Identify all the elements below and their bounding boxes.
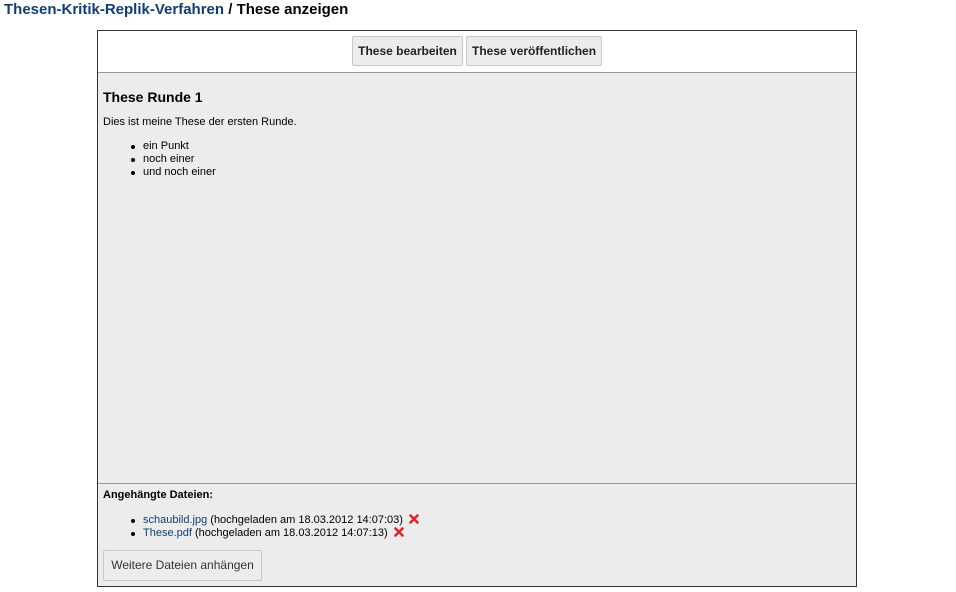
breadcrumb-module-link[interactable]: Thesen-Kritik-Replik-Verfahren bbox=[4, 1, 224, 18]
list-item: und noch einer bbox=[131, 166, 216, 178]
attachment-list: schaubild.jpg (hochgeladen am 18.03.2012… bbox=[131, 514, 419, 540]
delete-x-icon[interactable] bbox=[409, 514, 419, 524]
attachments-title: Angehängte Dateien: bbox=[103, 489, 214, 501]
delete-x-icon[interactable] bbox=[393, 527, 404, 537]
thesis-intro: Dies ist meine These der ersten Runde. bbox=[103, 116, 297, 128]
list-item: ein Punkt bbox=[131, 140, 216, 153]
thesis-content: These Runde 1 Dies ist meine These der e… bbox=[98, 73, 856, 483]
publish-thesis-button[interactable]: These veröffentlichen bbox=[466, 36, 602, 66]
list-item: noch einer bbox=[131, 153, 216, 166]
attachment-item: These.pdf (hochgeladen am 18.03.2012 14:… bbox=[131, 527, 419, 540]
edit-thesis-button[interactable]: These bearbeiten bbox=[352, 36, 463, 66]
attachment-link[interactable]: These.pdf bbox=[143, 527, 192, 539]
breadcrumb: Thesen-Kritik-Replik-Verfahren / These a… bbox=[4, 1, 348, 19]
attachments-section: Angehängte Dateien: schaubild.jpg (hochg… bbox=[98, 483, 856, 587]
toolbar: These bearbeiten These veröffentlichen bbox=[98, 31, 856, 73]
attachment-meta: (hochgeladen am 18.03.2012 14:07:03) bbox=[207, 514, 403, 526]
thesis-panel: These bearbeiten These veröffentlichen T… bbox=[97, 30, 857, 587]
breadcrumb-separator: / bbox=[224, 1, 237, 18]
thesis-point-list: ein Punkt noch einer und noch einer bbox=[131, 140, 216, 179]
attachment-item: schaubild.jpg (hochgeladen am 18.03.2012… bbox=[131, 514, 419, 527]
thesis-heading: These Runde 1 bbox=[103, 89, 203, 105]
attachment-link[interactable]: schaubild.jpg bbox=[143, 514, 207, 526]
page-title: These anzeigen bbox=[236, 1, 349, 18]
attachment-meta: (hochgeladen am 18.03.2012 14:07:13) bbox=[191, 527, 388, 539]
attach-more-files-button[interactable]: Weitere Dateien anhängen bbox=[103, 550, 262, 581]
